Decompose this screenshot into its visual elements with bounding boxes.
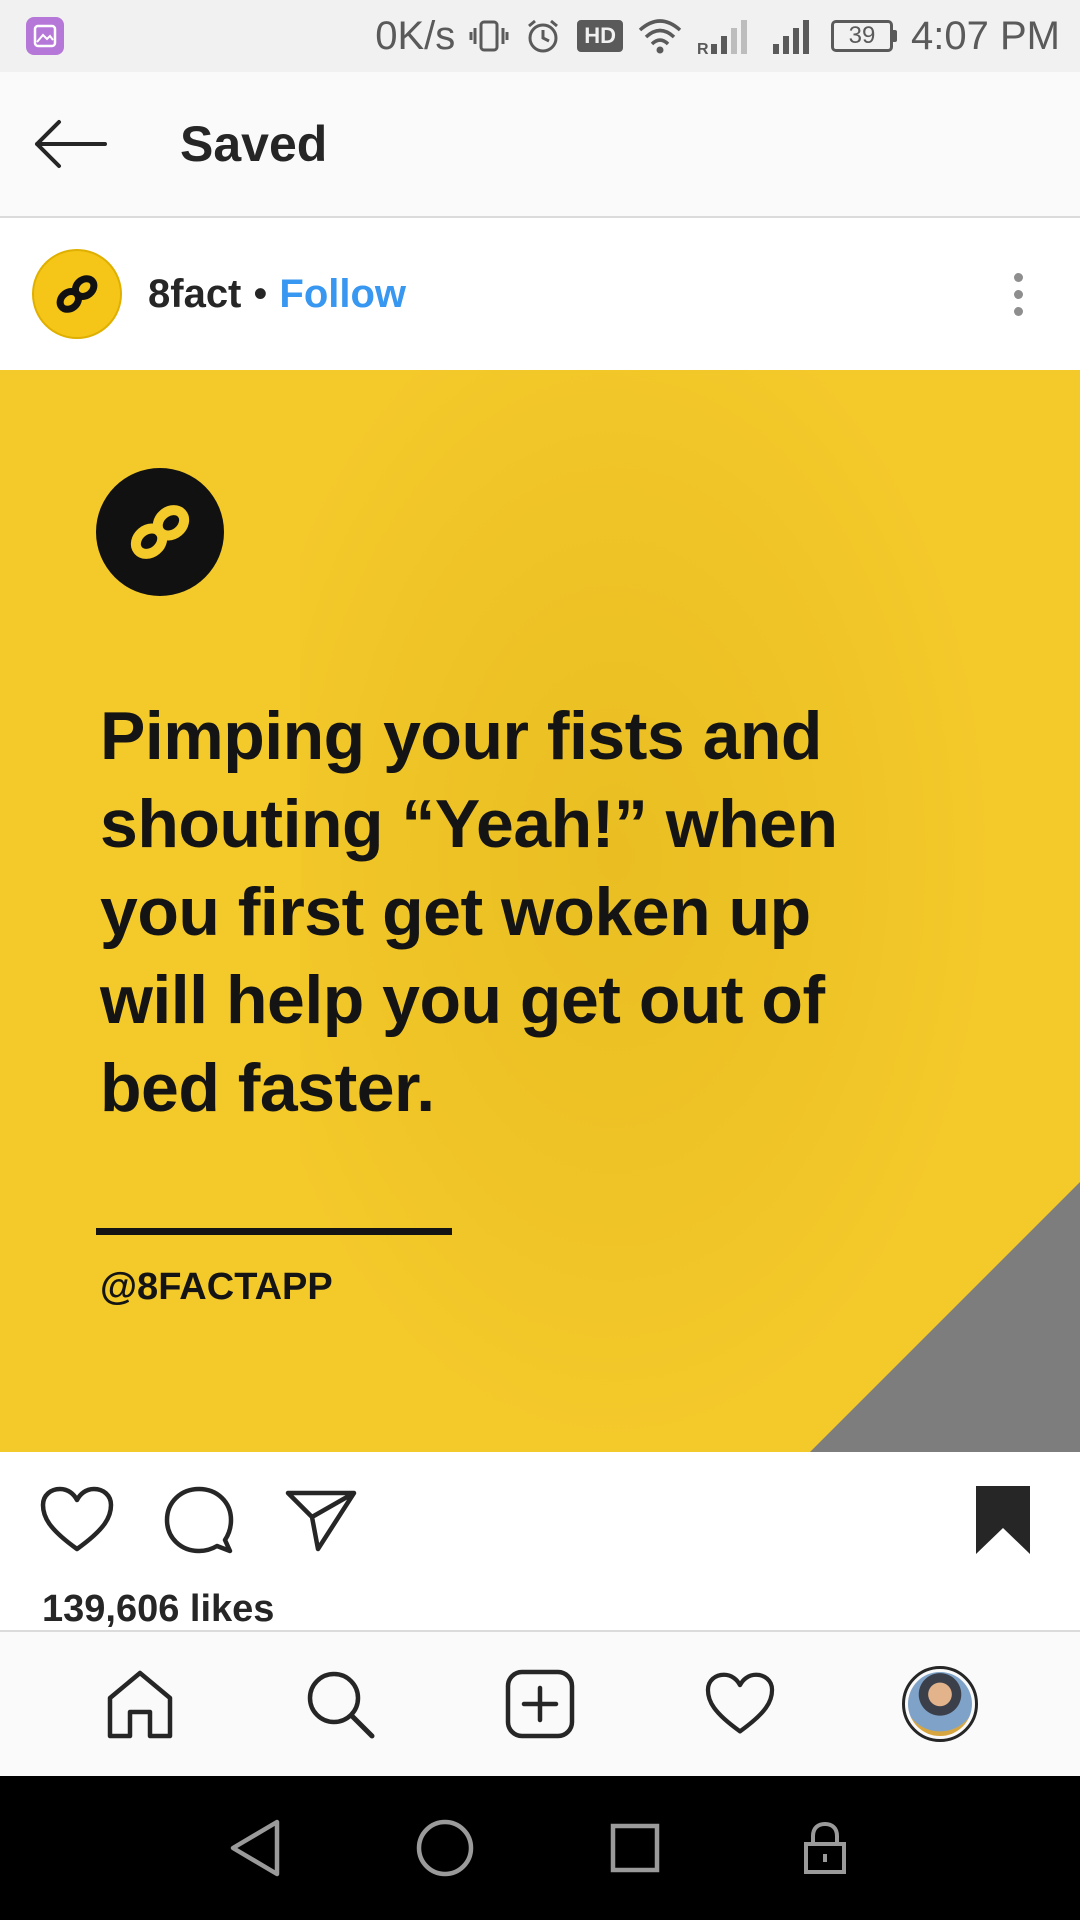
background-photo-corner [810,1182,1080,1452]
lock-icon [804,1821,846,1874]
status-right: 0K/s HD R 39 4:07 PM [375,14,1060,59]
profile-photo [908,1672,972,1736]
image-brand-logo [96,468,224,596]
more-dot [1013,272,1023,282]
profile-avatar [902,1666,978,1742]
network-speed: 0K/s [375,13,456,58]
image-divider [96,1228,452,1235]
post-username[interactable]: 8fact [148,272,241,317]
more-dot [1013,289,1023,299]
saved-bookmark-button[interactable] [960,1477,1046,1563]
triangle-back-icon [230,1819,280,1877]
battery-indicator: 39 [831,20,898,52]
nav-new-post-button[interactable] [490,1654,590,1754]
share-button[interactable] [278,1477,364,1563]
more-dot [1013,306,1023,316]
post-header: 8fact • Follow [0,218,1080,370]
follow-button[interactable]: Follow [279,272,406,317]
vibrate-icon [469,16,509,56]
alarm-icon [523,16,563,56]
home-icon [107,1670,173,1739]
svg-text:R: R [697,41,709,56]
battery-nub [893,30,898,42]
system-lock-button[interactable] [780,1803,870,1893]
page-title: Saved [180,116,328,172]
comment-button[interactable] [156,1477,242,1563]
nav-profile-button[interactable] [890,1654,990,1754]
status-bar: 0K/s HD R 39 4:07 PM [0,0,1080,72]
more-options-button[interactable] [988,254,1048,334]
heart-icon [40,1486,114,1552]
system-navigation-bar [0,1776,1080,1920]
plus-square-icon [505,1669,575,1739]
heart-icon [705,1672,775,1734]
post-image[interactable]: Pimping your fists and shouting “Yeah!” … [0,370,1080,1452]
separator-dot: • [253,271,268,316]
likes-count[interactable]: 139,606 likes [42,1588,274,1631]
hd-badge: HD [577,20,624,52]
bottom-navigation [0,1630,1080,1776]
status-left [26,17,375,55]
nav-search-button[interactable] [290,1654,390,1754]
post-actions [0,1452,1080,1588]
gallery-notification-icon [26,17,64,55]
back-button[interactable] [0,71,150,217]
back-arrow-icon [35,120,107,168]
send-icon [285,1490,357,1552]
comment-icon [164,1486,234,1554]
like-button[interactable] [34,1477,120,1563]
circle-home-icon [416,1819,474,1877]
signal-icon-sim2 [769,16,817,56]
clock: 4:07 PM [911,13,1060,58]
system-recents-button[interactable] [590,1803,680,1893]
system-home-button[interactable] [400,1803,490,1893]
post-author-avatar[interactable] [32,249,122,339]
app-header: Saved [0,72,1080,218]
8fact-logo-icon [56,275,98,313]
system-back-button[interactable] [210,1803,300,1893]
image-handle: @8FACTAPP [100,1266,333,1308]
nav-activity-button[interactable] [690,1654,790,1754]
search-icon [307,1671,375,1739]
image-fact-text: Pimping your fists and shouting “Yeah!” … [100,698,838,1126]
signal-icon-sim1: R [697,16,755,56]
wifi-icon [637,16,683,56]
bookmark-filled-icon [976,1486,1030,1554]
square-recents-icon [610,1823,660,1873]
nav-home-button[interactable] [90,1654,190,1754]
battery-level: 39 [831,20,894,52]
8fact-logo-icon [130,505,190,559]
